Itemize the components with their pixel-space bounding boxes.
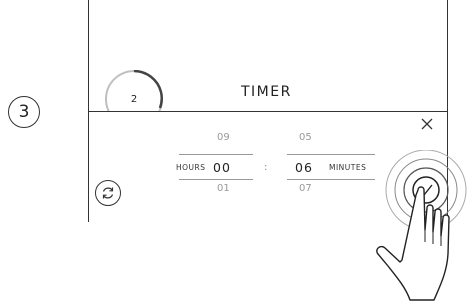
picker-divider [179, 154, 253, 155]
step-number-badge: 3 [8, 96, 40, 128]
minutes-label: MINUTES [329, 163, 367, 172]
screen-title: TIMER [241, 84, 292, 100]
timer-header: 2 TIMER [89, 0, 447, 128]
picker-divider [287, 154, 375, 155]
minutes-prev-value: 05 [299, 132, 312, 143]
hours-label: HOURS [176, 163, 206, 172]
hours-current-value[interactable]: 00 [213, 160, 231, 175]
minutes-current-value[interactable]: 06 [295, 160, 313, 175]
pointing-hand-icon [376, 186, 450, 301]
time-separator: : [264, 162, 268, 173]
confirm-button[interactable] [372, 150, 472, 308]
picker-divider [287, 179, 375, 180]
hours-next-value: 01 [217, 183, 230, 194]
reset-button[interactable] [95, 180, 121, 206]
close-icon[interactable] [421, 118, 433, 130]
minutes-next-value: 07 [299, 183, 312, 194]
picker-divider [179, 179, 253, 180]
hours-prev-value: 09 [217, 132, 230, 143]
reset-icon [102, 187, 114, 199]
step-number: 3 [18, 102, 30, 122]
